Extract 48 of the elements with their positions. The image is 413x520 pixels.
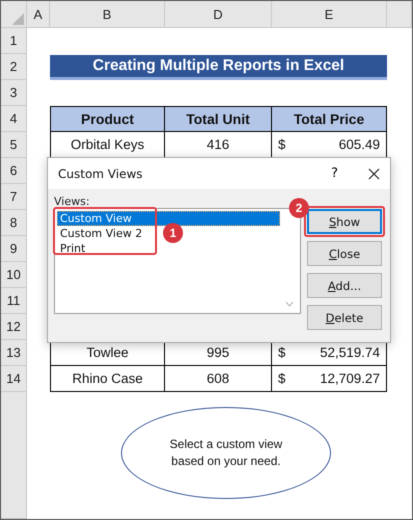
report-title: Creating Multiple Reports in Excel (50, 54, 387, 80)
column-header[interactable]: B (50, 1, 165, 28)
dialog-button[interactable]: Close (307, 241, 382, 266)
row-header[interactable]: 13 (1, 340, 27, 366)
row-header[interactable]: 9 (1, 236, 27, 262)
row-header[interactable]: 14 (1, 366, 27, 392)
triangle-icon (12, 13, 24, 25)
table-cell: 12,709.27 (320, 371, 380, 386)
callout-text: Select a custom view based on your need. (168, 436, 284, 470)
column-header[interactable]: A (27, 1, 50, 28)
table-cell: 608 (165, 366, 272, 392)
column-header[interactable]: D (165, 1, 272, 28)
dialog-title: Custom Views (58, 166, 144, 180)
close-icon[interactable] (368, 168, 380, 180)
row-header[interactable]: 8 (1, 210, 27, 236)
view-item[interactable]: Custom View (57, 211, 280, 226)
table-header-cell: Total Price (272, 106, 387, 132)
currency-symbol: $ (278, 345, 286, 360)
dialog-button[interactable]: Add... (307, 273, 382, 298)
row-header[interactable]: 5 (1, 132, 27, 158)
help-button[interactable]: ? (331, 166, 338, 181)
views-label: Views: (54, 195, 91, 208)
row-header[interactable]: 6 (1, 158, 27, 184)
table-cell: 52,519.74 (320, 345, 380, 360)
row-header[interactable]: 11 (1, 288, 27, 314)
currency-symbol: $ (278, 137, 286, 152)
row-header[interactable]: 3 (1, 80, 27, 106)
table-cell: 605.49 (338, 137, 380, 152)
select-all-corner[interactable] (1, 1, 27, 28)
dialog-button[interactable]: Show (307, 209, 382, 234)
column-header[interactable] (387, 1, 412, 28)
column-header[interactable]: E (272, 1, 387, 28)
step-badge: 2 (289, 198, 309, 218)
dialog-button[interactable]: Delete (307, 305, 382, 330)
table-cell: Rhino Case (50, 366, 165, 392)
view-item[interactable]: Custom View 2 (57, 226, 144, 241)
row-header[interactable]: 12 (1, 314, 27, 340)
row-header[interactable]: 1 (1, 28, 27, 54)
row-header[interactable]: 2 (1, 54, 27, 80)
row-header[interactable]: 10 (1, 262, 27, 288)
chevron-down-icon[interactable] (285, 301, 294, 307)
step-badge: 1 (163, 223, 183, 243)
row-header[interactable]: 4 (1, 106, 27, 132)
view-item[interactable]: Print (57, 241, 86, 256)
table-header-cell: Total Unit (165, 106, 272, 132)
currency-symbol: $ (278, 371, 286, 386)
row-header[interactable]: 7 (1, 184, 27, 210)
table-header-cell: Product (50, 106, 165, 132)
